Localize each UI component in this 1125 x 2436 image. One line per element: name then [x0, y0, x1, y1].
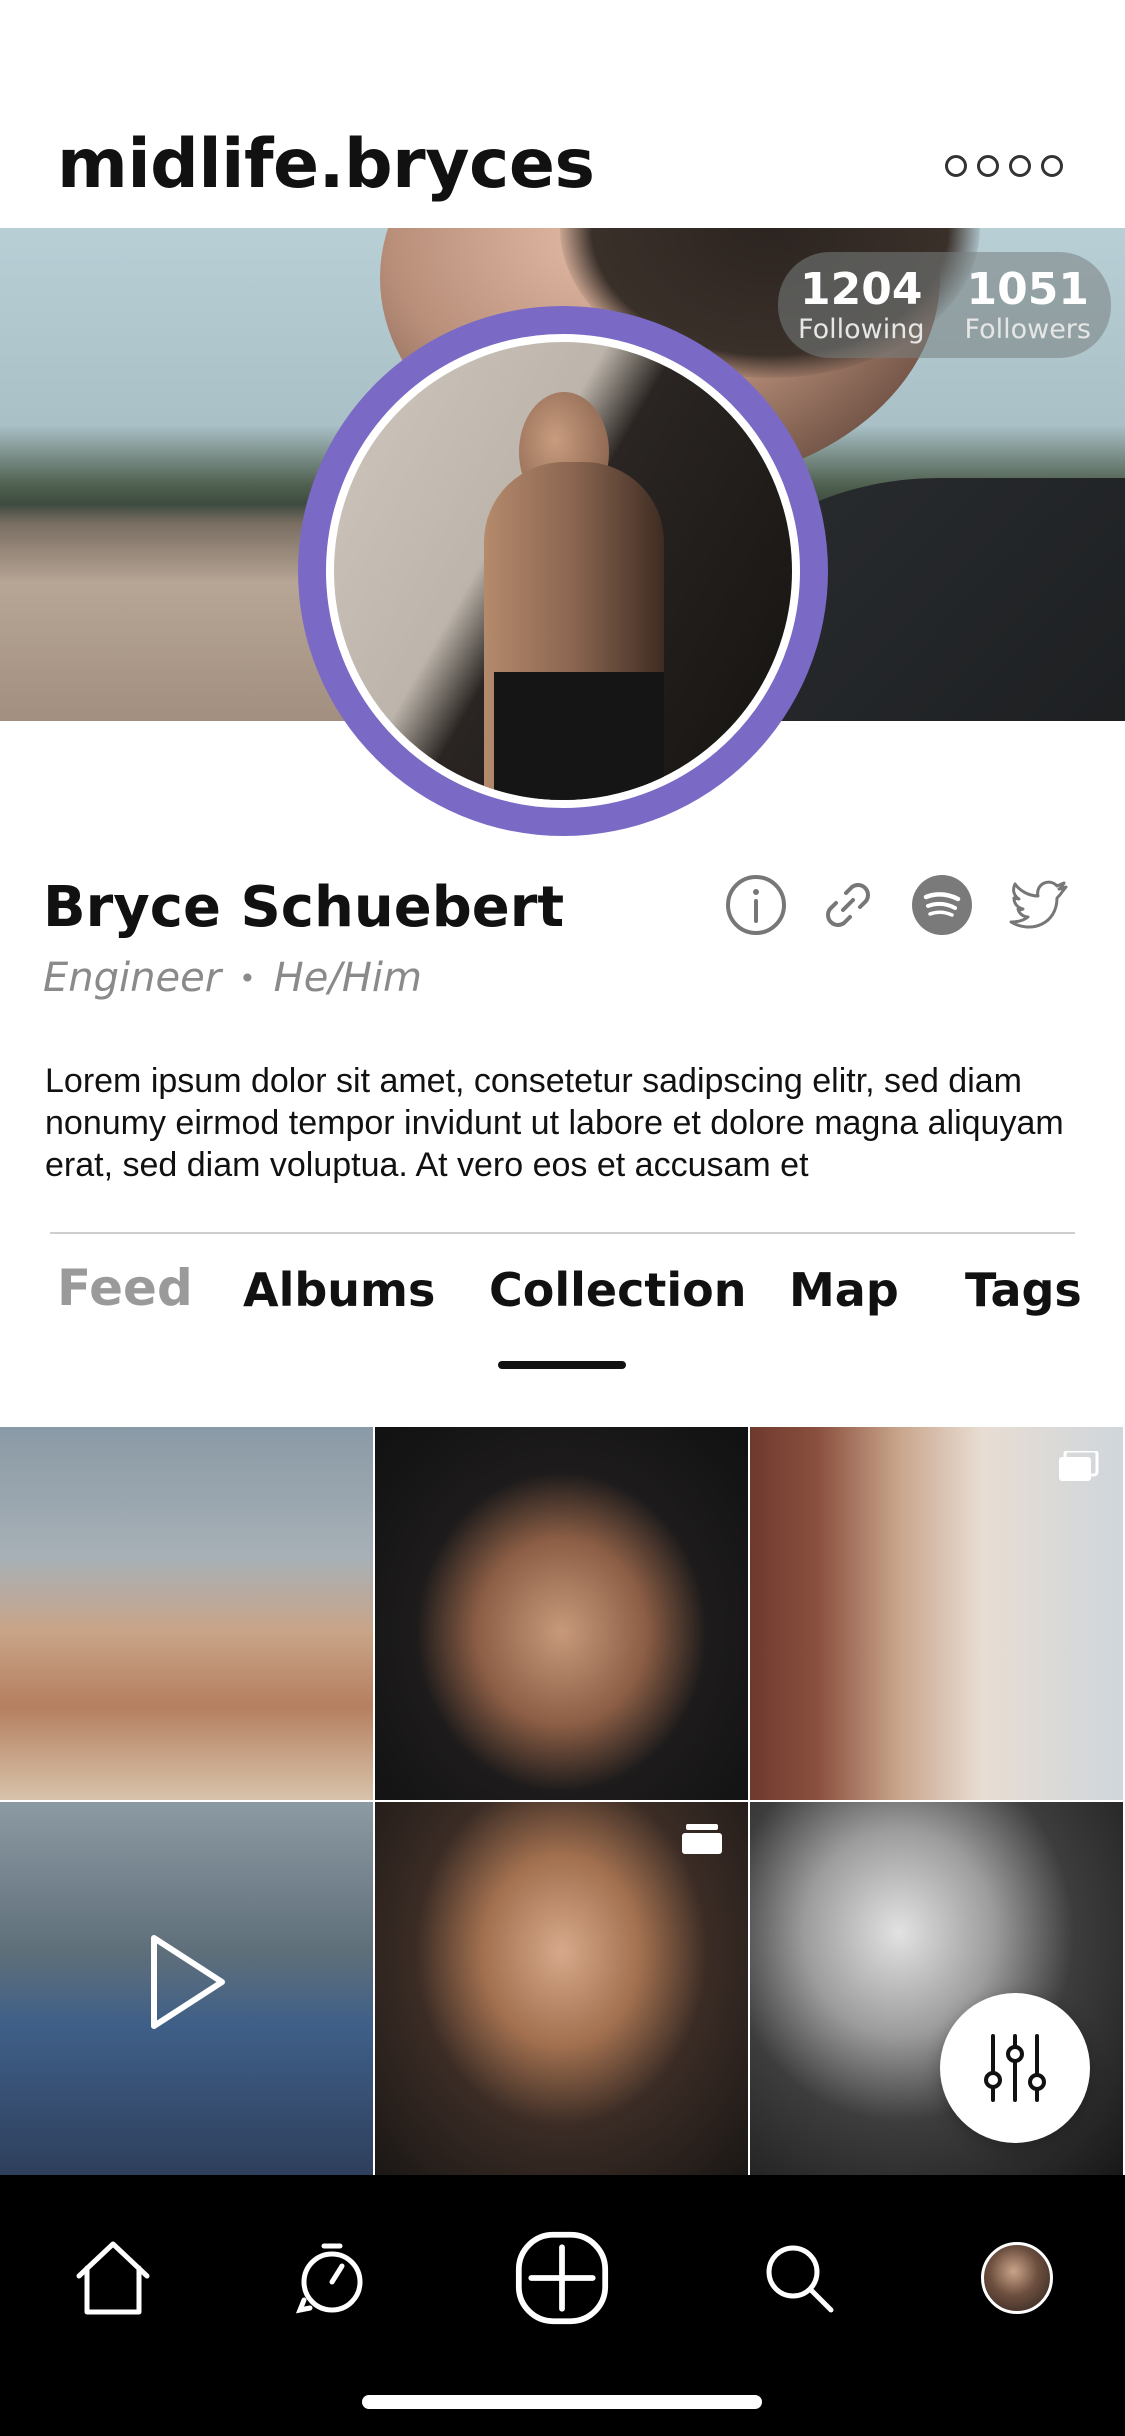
grid-item[interactable]: [375, 1802, 748, 2175]
activity-icon: [295, 2243, 363, 2314]
nav-search[interactable]: [751, 2230, 847, 2326]
grid-item[interactable]: [0, 1427, 373, 1800]
profile-tabs: Feed Albums Collection Map Tags: [0, 1255, 1125, 1375]
grid-item[interactable]: [0, 1802, 373, 2175]
more-options-button[interactable]: [945, 155, 1063, 177]
more-dots-icon: [1009, 155, 1031, 177]
following-count: 1204: [800, 263, 923, 315]
grid-item[interactable]: [375, 1427, 748, 1800]
album-icon: [1059, 1451, 1099, 1481]
spotify-icon: [912, 875, 972, 935]
avatar[interactable]: [326, 334, 800, 808]
subtitle-separator: •: [239, 961, 256, 995]
profile-pronouns: He/Him: [273, 955, 422, 1001]
tab-albums[interactable]: Albums: [243, 1263, 435, 1317]
play-icon: [151, 1935, 225, 2029]
tab-collection[interactable]: Collection: [489, 1263, 746, 1317]
link-icon: [826, 883, 870, 927]
nav-create[interactable]: [514, 2230, 610, 2326]
more-dots-icon: [977, 155, 999, 177]
following-stat[interactable]: 1204 Following: [798, 263, 925, 345]
followers-label: Followers: [964, 313, 1091, 345]
nav-activity[interactable]: [284, 2230, 380, 2326]
profile-subtitle: Engineer • He/Him: [43, 955, 422, 1001]
create-icon: [515, 2231, 609, 2325]
tab-feed[interactable]: Feed: [57, 1259, 193, 1317]
profile-role: Engineer: [43, 955, 222, 1001]
profile-bio: Lorem ipsum dolor sit amet, consetetur s…: [45, 1062, 1064, 1184]
profile-name: Bryce Schuebert: [43, 875, 565, 940]
nav-profile[interactable]: [969, 2230, 1065, 2326]
info-button[interactable]: [724, 873, 788, 937]
followers-stat[interactable]: 1051 Followers: [964, 263, 1091, 345]
home-indicator[interactable]: [362, 2395, 762, 2409]
tab-map[interactable]: Map: [789, 1263, 899, 1317]
album-icon: [682, 1824, 722, 1854]
twitter-icon: [1009, 880, 1068, 929]
profile-avatar: [981, 2242, 1053, 2314]
divider: [50, 1232, 1075, 1234]
more-dots-icon: [1041, 155, 1063, 177]
link-button[interactable]: [816, 873, 880, 937]
profile-username: midlife.bryces: [57, 125, 595, 204]
nav-home[interactable]: [65, 2230, 161, 2326]
following-label: Following: [798, 313, 925, 345]
avatar-pants: [494, 672, 664, 800]
filter-button[interactable]: [940, 1993, 1090, 2143]
grid-item[interactable]: [750, 1427, 1123, 1800]
more-dots-icon: [945, 155, 967, 177]
home-icon: [76, 2241, 150, 2315]
stats-pill: 1204 Following 1051 Followers: [778, 252, 1111, 358]
spotify-button[interactable]: [910, 873, 974, 937]
search-icon: [766, 2245, 834, 2313]
filter-sliders-icon: [984, 2034, 1046, 2102]
active-tab-indicator: [498, 1361, 626, 1369]
twitter-button[interactable]: [1008, 873, 1072, 937]
tab-tags[interactable]: Tags: [965, 1263, 1082, 1317]
info-icon: [726, 875, 786, 935]
followers-count: 1051: [966, 263, 1089, 315]
